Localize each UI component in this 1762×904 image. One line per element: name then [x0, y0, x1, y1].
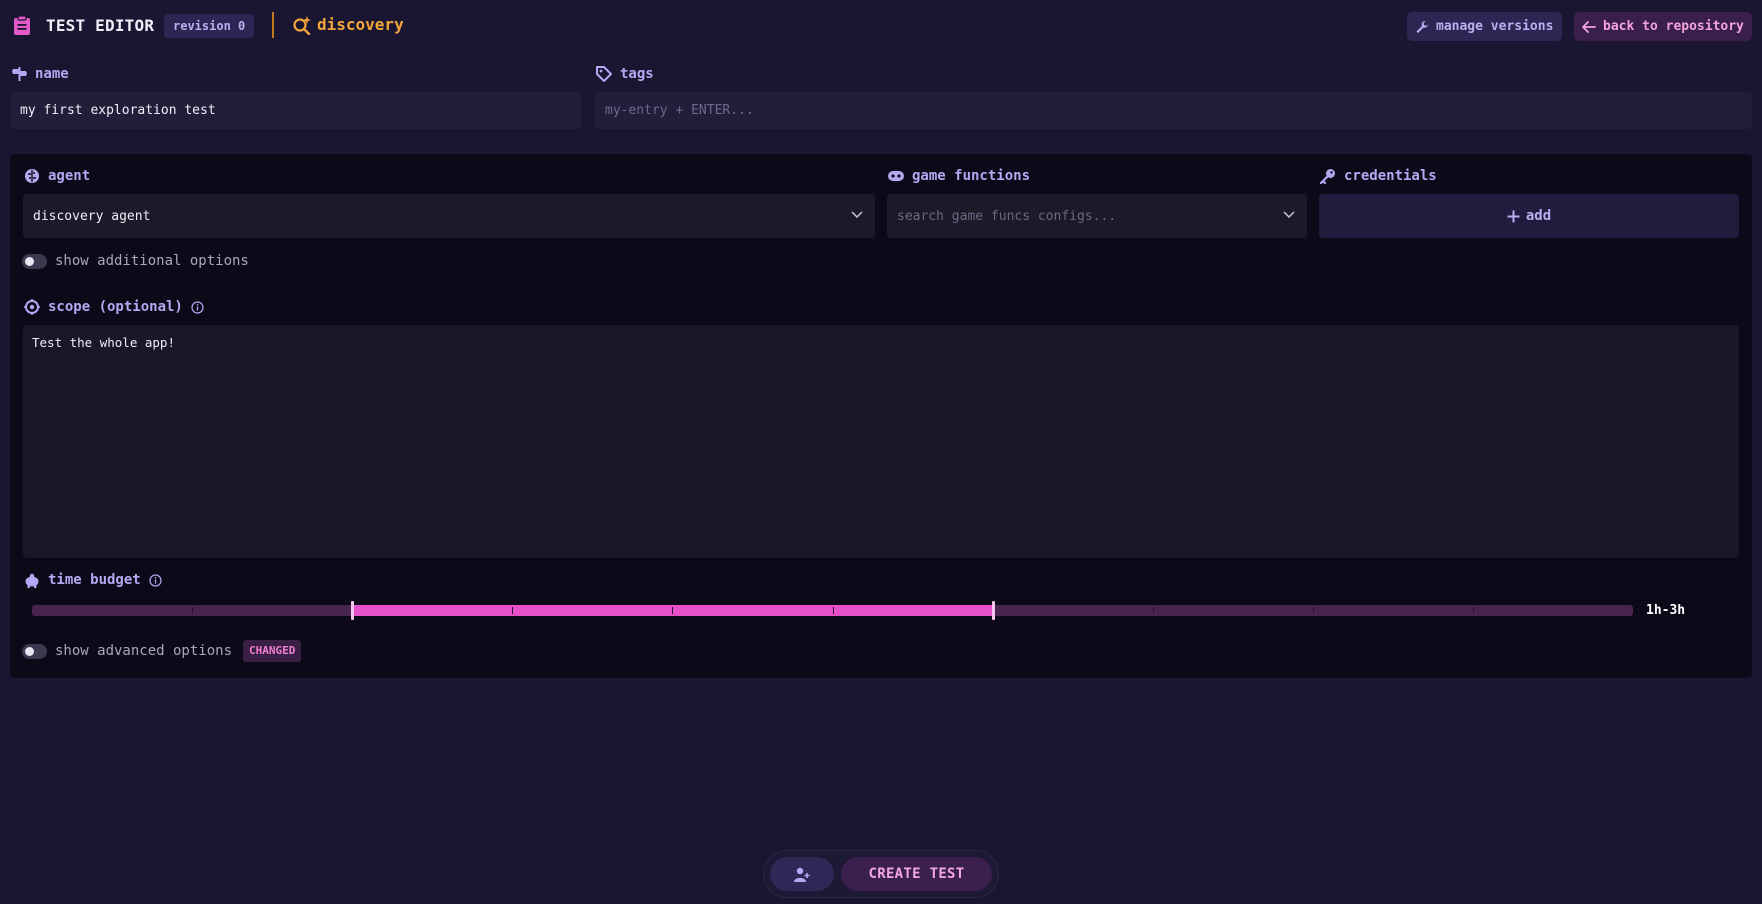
time-budget-tick — [1472, 607, 1474, 614]
name-label: name — [35, 66, 69, 82]
manage-versions-label: manage versions — [1436, 19, 1554, 34]
credentials-label-group: credentials — [1320, 168, 1437, 184]
time-budget-tick — [192, 607, 194, 614]
clipboard-icon — [14, 15, 30, 35]
piggy-bank-icon — [25, 573, 39, 588]
time-budget-tick — [672, 607, 674, 614]
time-budget-slider-track[interactable] — [32, 605, 1633, 616]
key-icon — [1320, 169, 1335, 184]
time-budget-max-handle[interactable] — [991, 601, 995, 620]
time-budget-tick — [1312, 607, 1314, 614]
assign-user-button[interactable] — [770, 857, 834, 891]
revision-badge: revision 0 — [164, 14, 255, 38]
time-budget-tick — [512, 607, 514, 614]
user-plus-icon — [794, 867, 810, 882]
agent-select[interactable]: discovery agent — [23, 194, 875, 238]
manage-versions-button[interactable]: manage versions — [1407, 12, 1562, 41]
time-budget-label-group: time budget — [24, 572, 162, 588]
back-to-repository-button[interactable]: back to repository — [1574, 12, 1752, 41]
gamepad-icon — [888, 171, 904, 181]
time-budget-min-handle[interactable] — [351, 601, 355, 620]
arrow-left-icon — [1582, 20, 1596, 33]
agent-label: agent — [48, 168, 91, 184]
time-budget-tick — [1152, 607, 1154, 614]
back-to-repository-label: back to repository — [1603, 19, 1744, 34]
page-title: TEST EDITOR — [46, 16, 155, 35]
advanced-options-toggle[interactable] — [22, 644, 47, 659]
create-test-button[interactable]: CREATE TEST — [841, 857, 992, 891]
advanced-options-label: show advanced options — [55, 643, 233, 659]
tags-label-group: tags — [596, 66, 654, 82]
game-functions-label: game functions — [912, 168, 1031, 184]
name-input[interactable]: my first exploration test — [10, 92, 582, 129]
chevron-down-icon — [851, 211, 863, 219]
tags-label: tags — [620, 66, 654, 82]
test-mode-label: discovery — [317, 15, 404, 34]
tags-input[interactable]: my-entry + ENTER... — [595, 92, 1752, 129]
wrench-icon — [1416, 20, 1428, 33]
name-label-group: name — [12, 66, 69, 82]
signpost-icon — [12, 67, 27, 81]
search-sparkle-icon — [293, 16, 311, 35]
additional-options-toggle[interactable] — [22, 254, 47, 269]
agent-select-value: discovery agent — [33, 208, 151, 224]
info-icon[interactable] — [191, 300, 204, 314]
target-icon — [24, 299, 40, 315]
header-divider — [272, 12, 274, 38]
time-budget-value: 1h-3h — [1646, 603, 1686, 618]
chevron-down-icon — [1283, 211, 1295, 219]
game-functions-select[interactable]: search game funcs configs... — [887, 194, 1307, 238]
additional-options-label: show additional options — [55, 253, 249, 269]
scope-textarea[interactable]: Test the whole app! — [23, 325, 1739, 558]
agent-label-group: agent — [24, 168, 90, 184]
header: TEST EDITOR revision 0 discovery manage … — [0, 0, 1762, 52]
game-functions-placeholder: search game funcs configs... — [897, 208, 1117, 224]
info-icon[interactable] — [149, 573, 162, 587]
add-credentials-label: add — [1525, 208, 1552, 224]
time-budget-tick — [832, 607, 834, 614]
scope-label: scope (optional) — [48, 299, 183, 315]
credentials-label: credentials — [1344, 168, 1437, 184]
scope-label-group: scope (optional) — [24, 299, 204, 315]
game-functions-label-group: game functions — [888, 168, 1030, 184]
tag-icon — [596, 66, 612, 82]
plus-icon — [1507, 210, 1520, 222]
changed-badge: CHANGED — [243, 640, 302, 662]
time-budget-label: time budget — [48, 572, 141, 588]
brain-icon — [25, 169, 39, 183]
add-credentials-button[interactable]: add — [1319, 194, 1739, 238]
